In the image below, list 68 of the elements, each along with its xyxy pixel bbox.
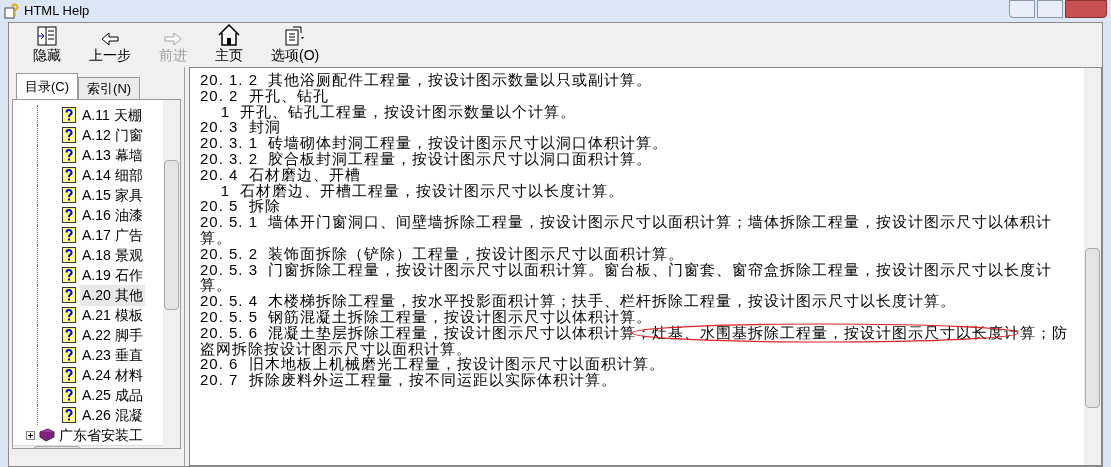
book-icon — [39, 428, 55, 442]
tree-item[interactable]: 广东省安装工 — [59, 424, 143, 446]
tree-item[interactable]: A.15 家具 — [80, 184, 145, 206]
tree-item[interactable]: A.13 幕墙 — [80, 144, 145, 166]
content-paragraph: 20. 2 开孔、钻孔 — [200, 87, 329, 104]
right-arrow-icon — [163, 31, 183, 47]
vertical-scrollbar[interactable] — [163, 100, 180, 448]
help-page-icon — [62, 247, 76, 263]
tree-item[interactable]: A.21 模板 — [80, 304, 145, 326]
content-paragraph: 20. 4 石材磨边、开槽 — [200, 166, 362, 183]
tree-item[interactable]: A.12 门窗 — [80, 124, 145, 146]
content-paragraph: 20. 5. 2 装饰面拆除（铲除）工程量，按设计图示尺寸以面积计算。 — [200, 245, 686, 262]
content-paragraph: 20. 3. 2 胶合板封洞工程量，按设计图示尺寸以洞口面积计算。 — [200, 151, 654, 167]
expand-icon[interactable] — [26, 430, 35, 440]
vertical-scrollbar[interactable] — [1084, 68, 1101, 465]
content-paragraph: 20. 7 拆除废料外运工程量，按不同运距以实际体积计算。 — [200, 372, 618, 388]
help-page-icon — [62, 127, 76, 143]
tree-item[interactable]: A.18 景观 — [80, 244, 145, 266]
home-icon — [217, 23, 241, 47]
help-page-icon — [62, 387, 76, 403]
help-page-icon — [62, 207, 76, 223]
tree-item[interactable]: A.14 细部 — [80, 164, 145, 186]
content-paragraph: 20. 1. 2 其他浴厕配件工程量，按设计图示数量以只或副计算。 — [200, 72, 654, 88]
tree-item[interactable]: A.26 混凝 — [80, 404, 145, 426]
content-paragraph: 20. 3 封洞 — [200, 119, 281, 136]
tree-item[interactable]: A.17 广告 — [80, 224, 145, 246]
left-arrow-icon — [100, 31, 120, 47]
content-paragraph: 20. 5. 4 木楼梯拆除工程量，按水平投影面积计算；扶手、栏杆拆除工程量，按设计图示尺寸以长度计算。 — [200, 293, 958, 309]
content-paragraph: 20. 5. 5 钢筋混凝土拆除工程量，按设计图示尺寸以体积计算。 — [200, 308, 653, 325]
help-page-icon — [62, 167, 76, 183]
toolbar-button[interactable]: 上一步 — [81, 31, 139, 63]
minimize-icon[interactable] — [1009, 0, 1035, 18]
tree-item[interactable]: A.11 天棚 — [80, 104, 144, 126]
help-page-icon — [62, 327, 76, 343]
close-icon[interactable] — [1065, 0, 1107, 18]
help-app-icon — [4, 3, 20, 19]
content-paragraph: 20. 6 旧木地板上机械磨光工程量，按设计图示尺寸以面积计算。 — [200, 356, 666, 373]
help-page-icon — [62, 307, 76, 323]
help-page-icon — [62, 407, 76, 423]
content-paragraph: 20. 5. 3 门窗拆除工程量，按设计图示尺寸以面积计算。窗台板、门窗套、窗帘盒拆除工程量，按设计图示尺寸以长度计算。 — [200, 261, 1054, 294]
toolbar-button[interactable]: 主页 — [207, 23, 251, 63]
help-page-icon — [62, 227, 76, 243]
help-page-icon — [62, 287, 76, 303]
help-page-icon — [62, 187, 76, 203]
tree-item[interactable]: A.19 石作 — [80, 264, 145, 286]
toolbar-button[interactable]: 隐藏 — [25, 25, 69, 63]
help-page-icon — [62, 367, 76, 383]
tree-item[interactable]: A.24 材料 — [80, 364, 145, 386]
tree-item[interactable]: A.22 脚手 — [80, 324, 145, 346]
content-paragraph: 20. 5. 1 墙体开门窗洞口、间壁墙拆除工程量，按设计图示尺寸以面积计算；墙体拆除工程量，按设计图示尺寸以体积计算。 — [200, 214, 1054, 246]
pane-tab[interactable]: 索引(N) — [78, 77, 141, 99]
help-page-icon — [62, 107, 76, 123]
tree-item[interactable]: A.20 其他 — [80, 284, 145, 306]
window-title: HTML Help — [24, 2, 90, 21]
hide-pane-icon — [36, 25, 58, 47]
toolbar-button[interactable]: 选项(O) — [263, 25, 328, 63]
tree-item[interactable]: A.16 油漆 — [80, 204, 145, 226]
help-page-icon — [62, 347, 76, 363]
content-paragraph: 1 石材磨边、开槽工程量，按设计图示尺寸以长度计算。 — [219, 182, 626, 199]
help-page-icon — [62, 267, 76, 283]
tree-item[interactable]: A.23 垂直 — [80, 344, 145, 366]
content-paragraph: 20. 5 拆除 — [200, 198, 281, 215]
tree-item[interactable]: A.25 成品 — [80, 384, 145, 406]
pane-tab[interactable]: 目录(C) — [16, 73, 79, 99]
help-page-icon — [62, 147, 76, 163]
maximize-icon[interactable] — [1037, 0, 1063, 18]
content-paragraph: 1 开孔、钻孔工程量，按设计图示数量以个计算。 — [219, 103, 578, 120]
content-paragraph: 20. 3. 1 砖墙砌体封洞工程量，按设计图示尺寸以洞口体积计算。 — [200, 135, 670, 151]
